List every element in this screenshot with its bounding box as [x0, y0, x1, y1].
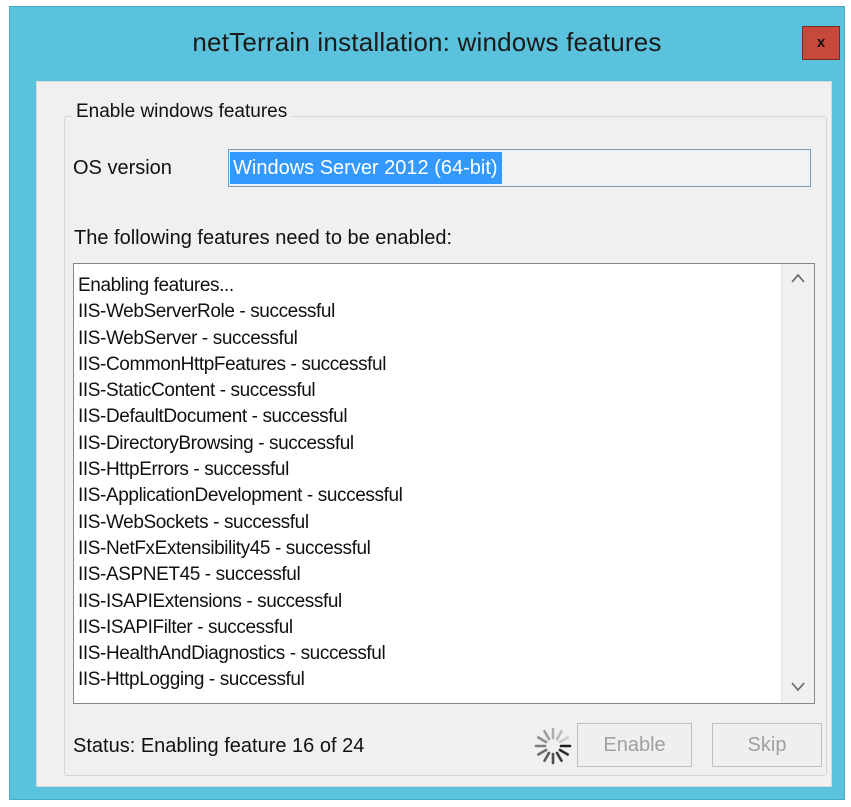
log-line: IIS-CommonHttpFeatures - successful	[78, 353, 387, 375]
log-line: IIS-HttpLogging - successful	[78, 669, 305, 691]
group-caption: Enable windows features	[72, 101, 292, 123]
spinner-spoke	[555, 729, 563, 741]
os-version-value: Windows Server 2012 (64-bit)	[230, 152, 502, 184]
chevron-down-icon[interactable]	[782, 673, 814, 703]
close-button[interactable]: x	[802, 26, 840, 60]
dialog-body: Enable windows features OS version Windo…	[36, 81, 832, 787]
os-version-label: OS version	[73, 157, 172, 179]
window-title: netTerrain installation: windows feature…	[192, 27, 662, 57]
spinner-spoke	[543, 729, 551, 741]
log-line: IIS-DefaultDocument - successful	[78, 406, 348, 428]
loading-spinner-icon	[531, 724, 575, 768]
skip-button[interactable]: Skip	[712, 723, 822, 767]
log-line: IIS-NetFxExtensibility45 - successful	[78, 537, 371, 559]
enable-button[interactable]: Enable	[577, 723, 692, 767]
features-log-list: Enabling features... IIS-WebServerRole - …	[78, 273, 403, 694]
log-line: IIS-ASPNET45 - successful	[78, 564, 301, 586]
log-line: IIS-WebServer - successful	[78, 327, 298, 349]
status-text: Status: Enabling feature 16 of 24	[73, 735, 365, 757]
log-line: IIS-ISAPIExtensions - successful	[78, 590, 342, 612]
log-line: IIS-ApplicationDevelopment - successful	[78, 485, 403, 507]
features-log-box[interactable]: Enabling features... IIS-WebServerRole - …	[73, 263, 815, 704]
log-line: IIS-WebServerRole - successful	[78, 301, 335, 323]
spinner-spoke	[536, 748, 548, 756]
log-line: IIS-HealthAndDiagnostics - successful	[78, 643, 386, 665]
log-line: IIS-WebSockets - successful	[78, 511, 309, 533]
installer-window: netTerrain installation: windows feature…	[9, 6, 845, 800]
spinner-spoke	[543, 751, 551, 763]
features-label: The following features need to be enable…	[74, 227, 453, 249]
log-line: IIS-DirectoryBrowsing - successful	[78, 432, 354, 454]
spinner-spoke	[558, 736, 570, 744]
log-line: IIS-ISAPIFilter - successful	[78, 616, 293, 638]
spinner-spoke	[555, 751, 563, 763]
title-bar[interactable]: netTerrain installation: windows feature…	[10, 7, 844, 79]
spinner-spoke	[558, 748, 570, 756]
vertical-scrollbar[interactable]	[781, 264, 814, 703]
log-line: Enabling features...	[78, 275, 234, 296]
spinner-spoke	[536, 736, 548, 744]
scrollbar-track[interactable]	[782, 294, 814, 673]
log-line: IIS-StaticContent - successful	[78, 380, 316, 402]
log-line: IIS-HttpErrors - successful	[78, 459, 289, 481]
os-version-field[interactable]: Windows Server 2012 (64-bit)	[228, 149, 811, 187]
chevron-up-icon[interactable]	[782, 264, 814, 294]
